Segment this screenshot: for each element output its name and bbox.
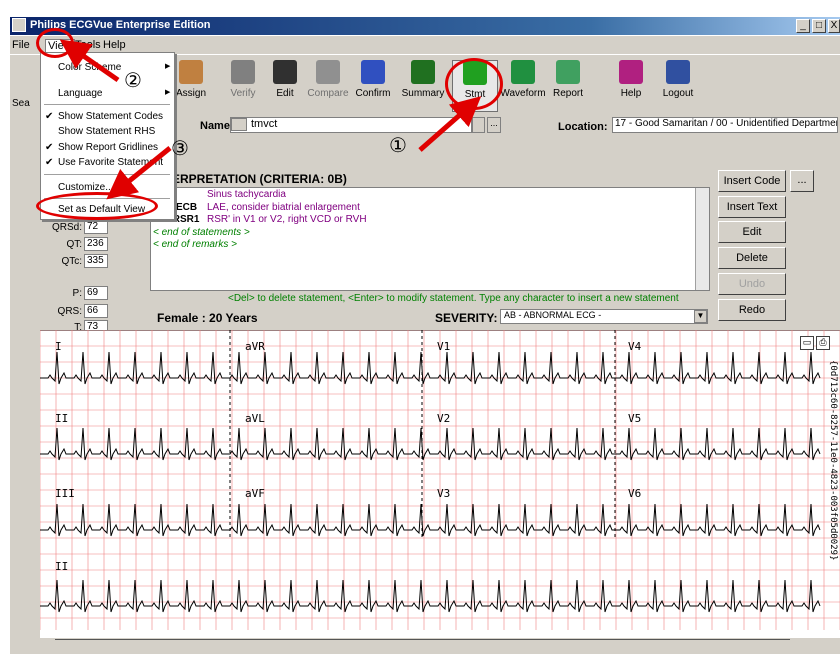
callout-1: ①: [389, 133, 407, 157]
callout-3: ③: [171, 136, 189, 160]
annotation-arrows: [59, 39, 482, 200]
callout-2: ②: [124, 68, 142, 92]
